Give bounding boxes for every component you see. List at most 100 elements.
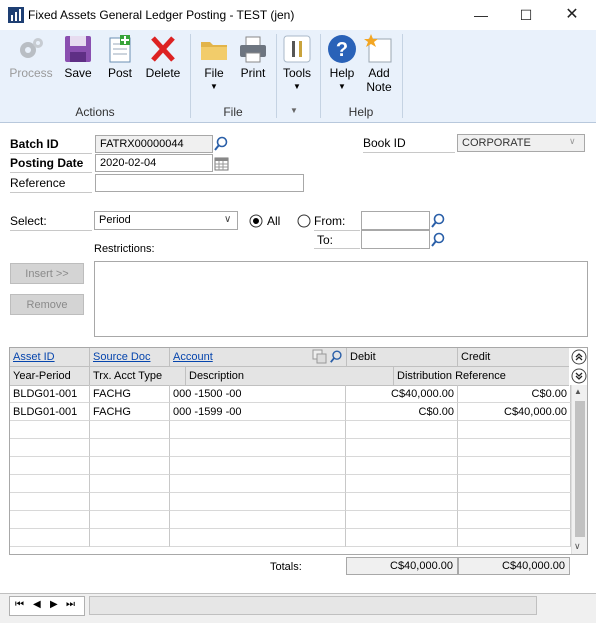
insert-button[interactable]: Insert >> bbox=[10, 263, 84, 284]
empty-table-row[interactable] bbox=[10, 457, 571, 475]
empty-rows bbox=[10, 421, 571, 554]
year-period-header: Year-Period bbox=[10, 367, 90, 385]
scroll-up-icon[interactable]: ▲ bbox=[574, 387, 582, 396]
scrollbar-thumb[interactable] bbox=[575, 401, 585, 537]
empty-cell bbox=[10, 475, 90, 493]
ribbon-separator bbox=[276, 34, 277, 118]
note-label: Note bbox=[366, 80, 392, 94]
empty-table-row[interactable] bbox=[10, 475, 571, 493]
record-navigator: ⏮ ◀ ▶ ⏭ bbox=[9, 596, 85, 616]
print-button[interactable]: Print bbox=[234, 34, 272, 90]
empty-cell bbox=[458, 439, 571, 457]
search-icon[interactable] bbox=[213, 135, 230, 152]
from-radio[interactable] bbox=[297, 214, 311, 228]
file-menu-button[interactable]: File ▼ bbox=[196, 34, 232, 91]
all-radio[interactable] bbox=[249, 214, 263, 228]
first-record-icon[interactable]: ⏮ bbox=[15, 599, 24, 610]
maximize-button[interactable]: ☐ bbox=[516, 6, 536, 24]
tools-icon bbox=[283, 35, 311, 63]
grid-header-row-1: Asset ID Source Doc Account Debit Credit bbox=[10, 348, 569, 367]
account-cell: 000 -1599 -00 bbox=[170, 403, 346, 421]
account-cell: 000 -1500 -00 bbox=[170, 385, 346, 403]
last-record-icon[interactable]: ⏭ bbox=[66, 599, 75, 610]
help-label: Help bbox=[329, 66, 355, 80]
calendar-icon[interactable] bbox=[213, 155, 230, 172]
status-message-area bbox=[89, 596, 537, 615]
from-label: From: bbox=[314, 214, 360, 231]
batch-id-field[interactable]: FATRX00000044 bbox=[95, 135, 213, 153]
reference-field[interactable] bbox=[95, 174, 304, 192]
empty-cell bbox=[346, 457, 458, 475]
empty-cell bbox=[10, 439, 90, 457]
search-icon[interactable] bbox=[430, 231, 447, 248]
empty-table-row[interactable] bbox=[10, 511, 571, 529]
window-title: Fixed Assets General Ledger Posting - TE… bbox=[28, 8, 295, 22]
empty-table-row[interactable] bbox=[10, 439, 571, 457]
remove-button[interactable]: Remove bbox=[10, 294, 84, 315]
add-note-button[interactable]: Add Note bbox=[362, 34, 396, 94]
add-label: Add bbox=[368, 66, 390, 80]
empty-cell bbox=[170, 457, 346, 475]
empty-table-row[interactable] bbox=[10, 529, 571, 547]
group-file-label: File bbox=[223, 105, 243, 119]
process-button[interactable]: Process bbox=[8, 34, 54, 90]
restrictions-list[interactable] bbox=[94, 261, 588, 337]
empty-cell bbox=[458, 457, 571, 475]
group-actions-label: Actions bbox=[75, 105, 115, 119]
empty-cell bbox=[458, 421, 571, 439]
save-label: Save bbox=[64, 66, 92, 80]
select-dropdown[interactable]: Period bbox=[94, 211, 238, 230]
gears-icon bbox=[20, 38, 43, 58]
account-lookup-icon[interactable] bbox=[329, 349, 344, 364]
all-label: All bbox=[267, 214, 281, 228]
help-button[interactable]: ? Help ▼ bbox=[324, 34, 360, 91]
account-expand-icon[interactable] bbox=[312, 349, 327, 364]
grid-scrollbar[interactable]: ▲ ∨ bbox=[571, 385, 587, 554]
empty-cell bbox=[170, 529, 346, 547]
description-header: Description bbox=[186, 367, 394, 385]
restrictions-label: Restrictions: bbox=[94, 243, 155, 255]
total-credit-field: C$40,000.00 bbox=[458, 557, 570, 575]
batch-id-label: Batch ID bbox=[10, 137, 92, 154]
close-button[interactable]: ✕ bbox=[562, 6, 582, 24]
previous-record-icon[interactable]: ◀ bbox=[33, 599, 41, 610]
expand-rows-icon[interactable] bbox=[571, 368, 587, 384]
book-id-select[interactable]: CORPORATE bbox=[457, 134, 585, 152]
empty-table-row[interactable] bbox=[10, 421, 571, 439]
save-button[interactable]: Save bbox=[58, 34, 98, 90]
chevron-down-icon: ▼ bbox=[210, 82, 218, 91]
asset-id-header[interactable]: Asset ID bbox=[10, 348, 90, 366]
posting-date-field[interactable]: 2020-02-04 bbox=[95, 154, 213, 172]
empty-cell bbox=[90, 439, 170, 457]
source-doc-header[interactable]: Source Doc bbox=[90, 348, 170, 366]
chevron-down-icon: ∨ bbox=[569, 136, 576, 146]
next-record-icon[interactable]: ▶ bbox=[50, 599, 58, 610]
search-icon[interactable] bbox=[430, 212, 447, 229]
empty-cell bbox=[10, 529, 90, 547]
reference-label: Reference bbox=[10, 176, 92, 193]
totals-label: Totals: bbox=[270, 561, 302, 573]
printer-icon bbox=[240, 36, 266, 63]
minimize-button[interactable]: — bbox=[471, 6, 491, 24]
save-icon bbox=[65, 36, 91, 62]
delete-button[interactable]: Delete bbox=[142, 34, 184, 90]
empty-cell bbox=[10, 457, 90, 475]
empty-cell bbox=[346, 511, 458, 529]
chevron-down-icon: ▼ bbox=[293, 82, 301, 91]
tools-button[interactable]: Tools ▼ bbox=[280, 34, 314, 91]
posting-date-label: Posting Date bbox=[10, 156, 92, 173]
collapse-rows-icon[interactable] bbox=[571, 349, 587, 365]
title-bar: Fixed Assets General Ledger Posting - TE… bbox=[0, 0, 596, 30]
to-field[interactable] bbox=[361, 230, 430, 249]
empty-cell bbox=[10, 493, 90, 511]
empty-table-row[interactable] bbox=[10, 493, 571, 511]
scroll-down-icon[interactable]: ∨ bbox=[574, 541, 581, 552]
empty-cell bbox=[346, 475, 458, 493]
empty-cell bbox=[346, 493, 458, 511]
post-button[interactable]: Post bbox=[102, 34, 138, 90]
from-field[interactable] bbox=[361, 211, 430, 230]
file-label: File bbox=[204, 66, 224, 80]
empty-cell bbox=[90, 493, 170, 511]
empty-cell bbox=[170, 421, 346, 439]
empty-cell bbox=[170, 439, 346, 457]
